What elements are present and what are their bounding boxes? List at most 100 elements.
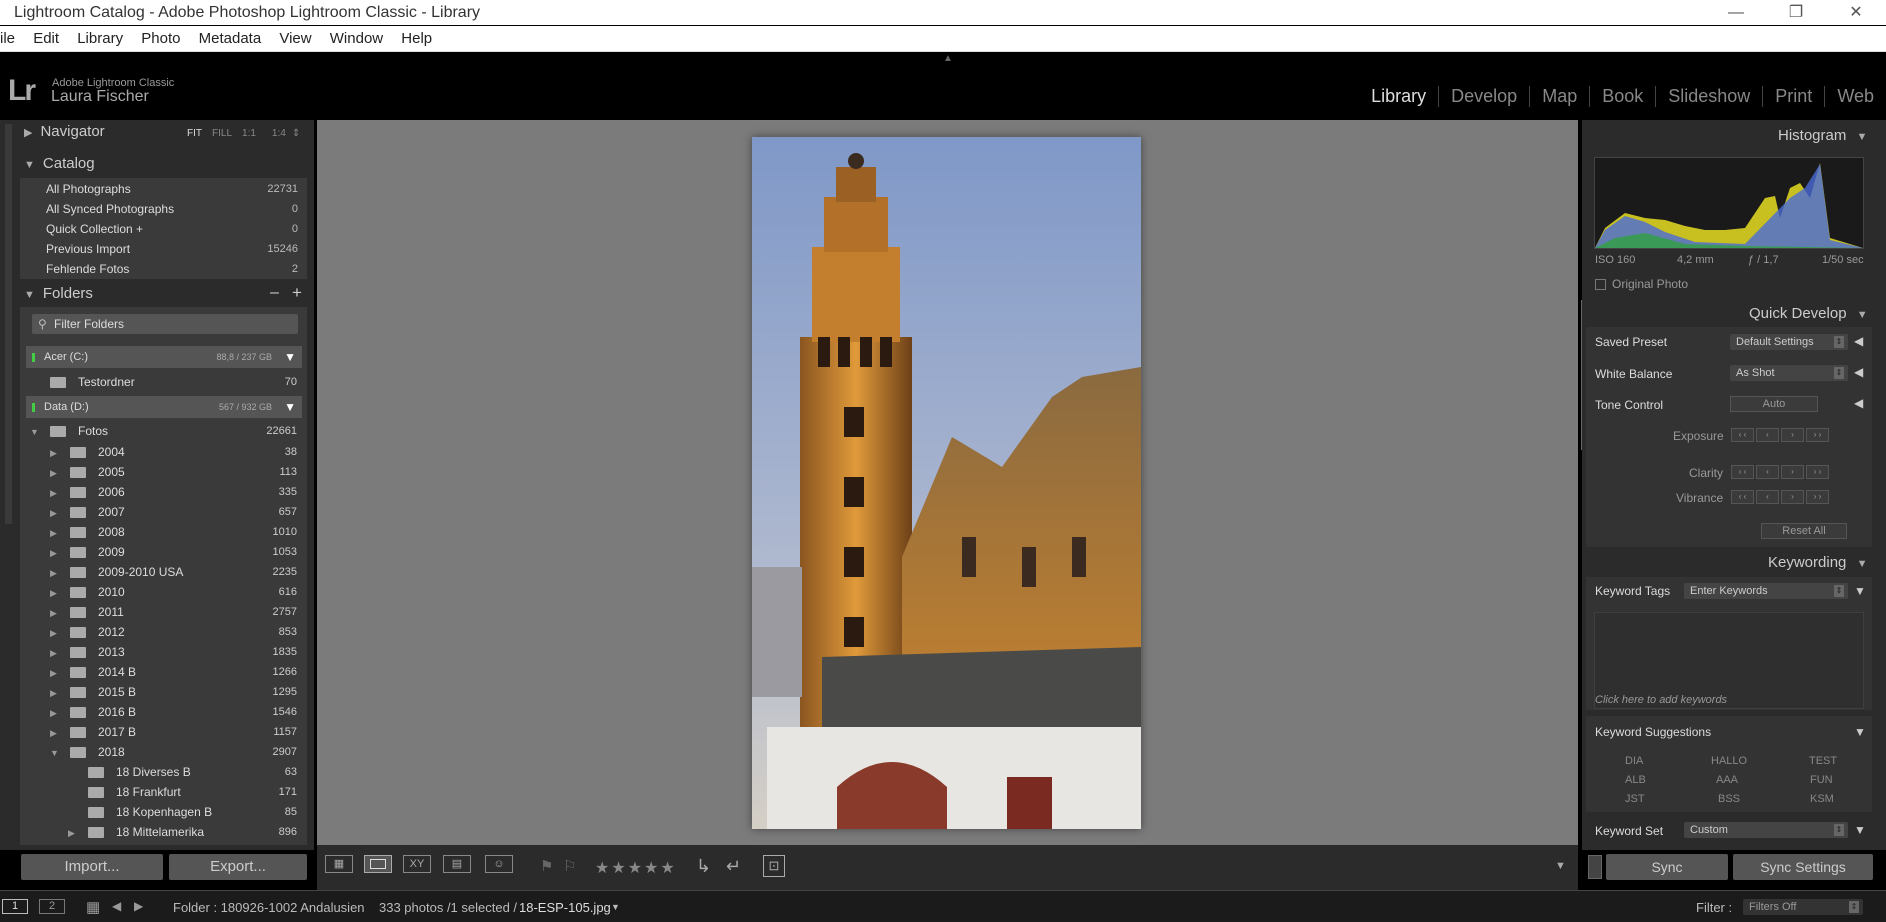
disclosure-open-icon[interactable]: ▼ — [50, 743, 60, 763]
menu-photo[interactable]: Photo — [141, 30, 180, 47]
auto-sync-switch[interactable] — [1588, 855, 1602, 879]
restore-button[interactable]: ❐ — [1766, 0, 1826, 25]
white-balance-select[interactable]: As Shot ⇕ — [1730, 365, 1848, 381]
grid-view-icon[interactable]: ▦ — [325, 855, 353, 873]
keywording-header[interactable]: Keywording ▼ — [1768, 554, 1875, 571]
disclosure-closed-icon[interactable]: ▶ — [68, 823, 78, 843]
module-develop[interactable]: Develop — [1438, 86, 1529, 107]
folder-row[interactable]: ▶ 18 Mittelamerika 896 — [22, 822, 302, 842]
auto-tone-button[interactable]: Auto — [1730, 396, 1818, 412]
white-balance-disclosure-icon[interactable]: ◀ — [1854, 365, 1863, 379]
close-button[interactable]: ✕ — [1826, 0, 1886, 25]
keyword-suggestion[interactable]: KSM — [1810, 793, 1834, 805]
compare-view-icon[interactable]: XY — [403, 855, 431, 873]
folder-row[interactable]: Testordner 70 — [22, 372, 302, 392]
volume-data[interactable]: Data (D:) 567 / 932 GB ▼ — [26, 396, 302, 418]
step-up-large[interactable]: › › — [1806, 465, 1829, 479]
pick-flag-icon[interactable]: ⚑ — [540, 857, 553, 875]
keyword-tags-menu-icon[interactable]: ▼ — [1854, 584, 1866, 598]
folder-row[interactable]: ▶ 2015 B 1295 — [22, 682, 302, 702]
catalog-item[interactable]: All Photographs 22731 — [22, 179, 302, 199]
module-print[interactable]: Print — [1762, 86, 1824, 107]
step-down[interactable]: ‹ — [1756, 465, 1779, 479]
remove-folder-button[interactable]: – — [270, 284, 279, 302]
keyword-tags-select[interactable]: Enter Keywords ⇕ — [1684, 583, 1848, 599]
menu-library[interactable]: Library — [77, 30, 123, 47]
rotate-right-icon[interactable]: ↵ — [726, 856, 741, 877]
folder-row[interactable]: 18 Kopenhagen B 85 — [22, 802, 302, 822]
folder-row[interactable]: ▶ 2014 B 1266 — [22, 662, 302, 682]
star-rating[interactable]: ★★★★★ — [595, 858, 677, 878]
module-book[interactable]: Book — [1589, 86, 1655, 107]
selected-filename[interactable]: 18-ESP-105.jpg — [519, 900, 611, 915]
zoom-fill[interactable]: FILL — [212, 128, 232, 139]
zoom-1-4[interactable]: 1:4 — [272, 128, 286, 139]
left-scrollbar[interactable] — [5, 124, 12, 524]
people-view-icon[interactable]: ☺ — [485, 855, 513, 873]
folder-row[interactable]: ▶ 2009 1053 — [22, 542, 302, 562]
menu-window[interactable]: Window — [330, 30, 383, 47]
catalog-item[interactable]: Fehlende Fotos 2 — [22, 259, 302, 279]
catalog-item[interactable]: Previous Import 15246 — [22, 239, 302, 259]
keyword-suggestion[interactable]: FUN — [1810, 774, 1833, 786]
grid-icon[interactable]: ▦ — [86, 898, 100, 916]
rotate-left-icon[interactable]: ↳ — [696, 856, 711, 877]
disclosure-closed-icon[interactable]: ▶ — [50, 583, 60, 603]
folder-row[interactable]: ▶ 2005 113 — [22, 462, 302, 482]
export-button[interactable]: Export... — [169, 854, 307, 880]
step-up-large[interactable]: › › — [1806, 428, 1829, 442]
step-down[interactable]: ‹ — [1756, 428, 1779, 442]
keyword-suggestion[interactable]: DIA — [1625, 755, 1643, 767]
keyword-suggestion[interactable]: BSS — [1718, 793, 1740, 805]
disclosure-closed-icon[interactable]: ▶ — [50, 463, 60, 483]
add-folder-button[interactable]: + — [292, 283, 302, 303]
menu-help[interactable]: Help — [401, 30, 432, 47]
volume-menu-icon[interactable]: ▼ — [284, 346, 296, 368]
folder-row[interactable]: ▶ 2009-2010 USA 2235 — [22, 562, 302, 582]
step-up[interactable]: › — [1781, 465, 1804, 479]
module-map[interactable]: Map — [1529, 86, 1589, 107]
minimize-button[interactable]: — — [1706, 0, 1766, 25]
folder-row[interactable]: 18 Diverses B 63 — [22, 762, 302, 782]
disclosure-closed-icon[interactable]: ▶ — [50, 483, 60, 503]
step-down-large[interactable]: ‹ ‹ — [1731, 490, 1754, 504]
step-down-large[interactable]: ‹ ‹ — [1731, 465, 1754, 479]
menu-view[interactable]: View — [279, 30, 311, 47]
saved-preset-disclosure-icon[interactable]: ◀ — [1854, 334, 1863, 348]
disclosure-closed-icon[interactable]: ▶ — [50, 563, 60, 583]
folder-row[interactable]: ▶ 2007 657 — [22, 502, 302, 522]
filter-select[interactable]: Filters Off ⇕ — [1743, 899, 1863, 915]
catalog-item[interactable]: All Synced Photographs 0 — [22, 199, 302, 219]
disclosure-closed-icon[interactable]: ▶ — [50, 443, 60, 463]
volume-acer[interactable]: Acer (C:) 88,8 / 237 GB ▼ — [26, 346, 302, 368]
disclosure-closed-icon[interactable]: ▶ — [50, 543, 60, 563]
keyword-suggestion[interactable]: JST — [1625, 793, 1645, 805]
volume-menu-icon[interactable]: ▼ — [284, 396, 296, 418]
tone-control-disclosure-icon[interactable]: ◀ — [1854, 396, 1863, 410]
step-down[interactable]: ‹ — [1756, 490, 1779, 504]
menu-file[interactable]: ile — [0, 30, 15, 47]
disclosure-open-icon[interactable]: ▼ — [30, 422, 40, 442]
navigator-header[interactable]: ▶ Navigator — [24, 123, 105, 140]
keyword-suggestion[interactable]: AAA — [1716, 774, 1738, 786]
quick-develop-header[interactable]: Quick Develop ▼ — [1749, 305, 1876, 322]
keyword-suggestion[interactable]: TEST — [1809, 755, 1837, 767]
sync-settings-button[interactable]: Sync Settings — [1733, 854, 1873, 880]
step-up[interactable]: › — [1781, 490, 1804, 504]
disclosure-closed-icon[interactable]: ▶ — [50, 703, 60, 723]
folder-row[interactable]: ▶ 2017 B 1157 — [22, 722, 302, 742]
forward-arrow-icon[interactable]: ▶ — [134, 899, 143, 913]
module-web[interactable]: Web — [1824, 86, 1886, 107]
folder-row[interactable]: ▶ 2016 B 1546 — [22, 702, 302, 722]
zoom-fit[interactable]: FIT — [187, 128, 202, 139]
module-slideshow[interactable]: Slideshow — [1655, 86, 1762, 107]
original-photo-checkbox[interactable] — [1595, 279, 1606, 290]
filter-folders-input[interactable]: ⚲ Filter Folders — [32, 314, 298, 334]
module-library[interactable]: Library — [1359, 86, 1438, 107]
folder-source[interactable]: Folder : 180926-1002 Andalusien — [173, 900, 365, 915]
keyword-suggestion[interactable]: HALLO — [1711, 755, 1747, 767]
reject-flag-icon[interactable]: ⚐ — [563, 857, 576, 875]
toolbar-options-icon[interactable]: ▼ — [1555, 860, 1566, 872]
sync-button[interactable]: Sync — [1606, 854, 1728, 880]
histogram-header[interactable]: Histogram ▼ — [1778, 127, 1875, 144]
